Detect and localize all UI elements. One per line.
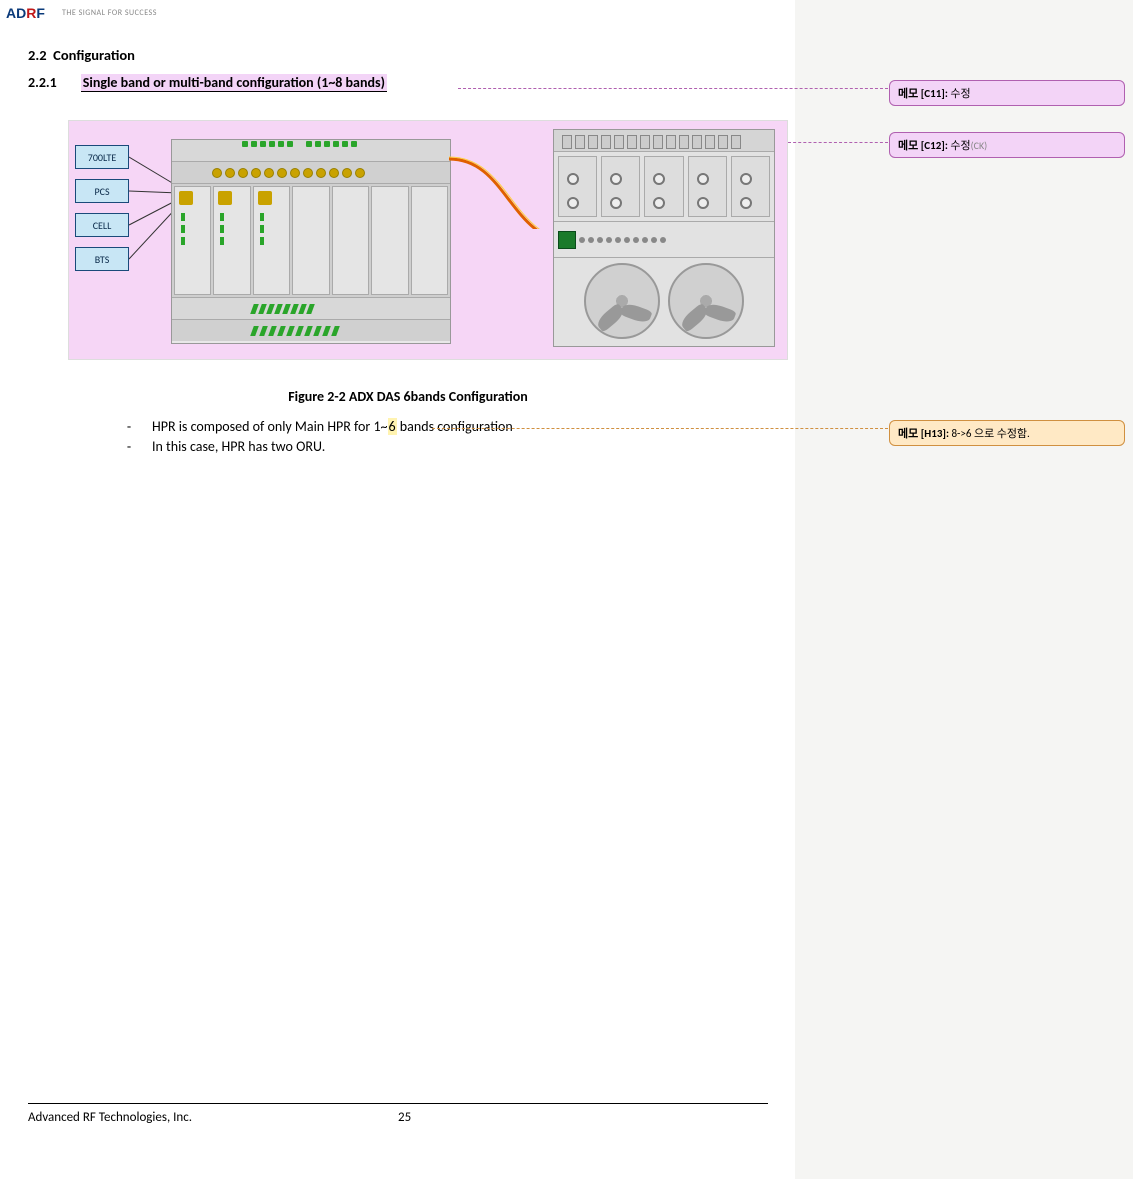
bullet-text: HPR is composed of only Main HPR for 1~6… <box>152 417 513 437</box>
hpr-panel <box>554 152 774 222</box>
band-label-700lte: 700LTE <box>75 145 129 169</box>
rack-card-empty <box>371 186 408 295</box>
configuration-diagram: 700LTE PCS CELL BTS <box>68 120 788 360</box>
band-label-cell: CELL <box>75 213 129 237</box>
comment-label: 메모 [C12]: <box>898 139 948 152</box>
fan-icon <box>584 263 660 339</box>
rack-card <box>253 186 290 295</box>
subsection-number: 2.2.1 <box>28 74 57 91</box>
svg-text:ADRF: ADRF <box>6 5 45 21</box>
rack-card-slots <box>172 184 450 297</box>
page-header: ADRF THE SIGNAL FOR SUCCESS <box>6 2 157 24</box>
band-labels: 700LTE PCS CELL BTS <box>75 145 129 271</box>
rack-card <box>213 186 250 295</box>
subsection-heading: 2.2.1 Single band or multi-band configur… <box>28 74 788 92</box>
section-title: Configuration <box>53 46 135 64</box>
hpr-unit <box>553 129 775 347</box>
rack-card-empty <box>332 186 369 295</box>
hpr-module <box>688 156 727 217</box>
highlight: 6 <box>388 418 397 435</box>
band-label-bts: BTS <box>75 247 129 271</box>
comment-text: 8->6 으로 수정함. <box>949 427 1030 440</box>
hpr-control-row <box>554 222 774 258</box>
hpr-module <box>644 156 683 217</box>
rack-card <box>174 186 211 295</box>
list-item: - In this case, HPR has two ORU. <box>124 437 788 457</box>
hpr-module <box>731 156 770 217</box>
power-led-icon <box>558 231 576 249</box>
bullet-text: In this case, HPR has two ORU. <box>152 437 325 457</box>
footer-company: Advanced RF Technologies, Inc. <box>28 1110 398 1125</box>
rack-card-empty <box>292 186 329 295</box>
comment-label: 메모 [H13]: <box>898 427 949 440</box>
footer-page-number: 25 <box>398 1110 411 1125</box>
comment-text: 수정 <box>948 87 971 100</box>
bullet-dash: - <box>124 417 134 437</box>
subsection-title: Single band or multi-band configuration … <box>81 74 387 92</box>
rack-top-row <box>172 140 450 162</box>
comment-author: (CK) <box>971 139 988 152</box>
comments-margin <box>795 0 1133 1179</box>
hpr-top-slots <box>554 130 774 152</box>
das-rack <box>171 139 451 344</box>
fan-icon <box>668 263 744 339</box>
comment-bubble[interactable]: 메모 [H13]: 8->6 으로 수정함. <box>889 420 1125 446</box>
band-label-pcs: PCS <box>75 179 129 203</box>
page-footer: Advanced RF Technologies, Inc. 25 <box>28 1103 768 1125</box>
bullet-list: - HPR is composed of only Main HPR for 1… <box>124 417 788 456</box>
section-number: 2.2 <box>28 46 47 64</box>
rack-card-empty <box>411 186 448 295</box>
rack-connector-row <box>172 162 450 184</box>
hpr-module <box>601 156 640 217</box>
section-heading: 2.2 Configuration <box>28 46 788 64</box>
hpr-module <box>558 156 597 217</box>
comment-text: 수정 <box>948 139 971 152</box>
figure-caption: Figure 2-2 ADX DAS 6bands Configuration <box>28 388 788 405</box>
hpr-fans <box>554 258 774 344</box>
rack-bottom-row-1 <box>172 297 450 319</box>
tagline-text: THE SIGNAL FOR SUCCESS <box>62 8 157 18</box>
comment-bubble[interactable]: 메모 [C12]: 수정(CK) <box>889 132 1125 158</box>
rack-bottom-row-2 <box>172 319 450 341</box>
bullet-dash: - <box>124 437 134 457</box>
comment-label: 메모 [C11]: <box>898 87 948 100</box>
comment-bubble[interactable]: 메모 [C11]: 수정 <box>889 80 1125 106</box>
list-item: - HPR is composed of only Main HPR for 1… <box>124 417 788 437</box>
adrf-logo: ADRF <box>6 2 56 24</box>
